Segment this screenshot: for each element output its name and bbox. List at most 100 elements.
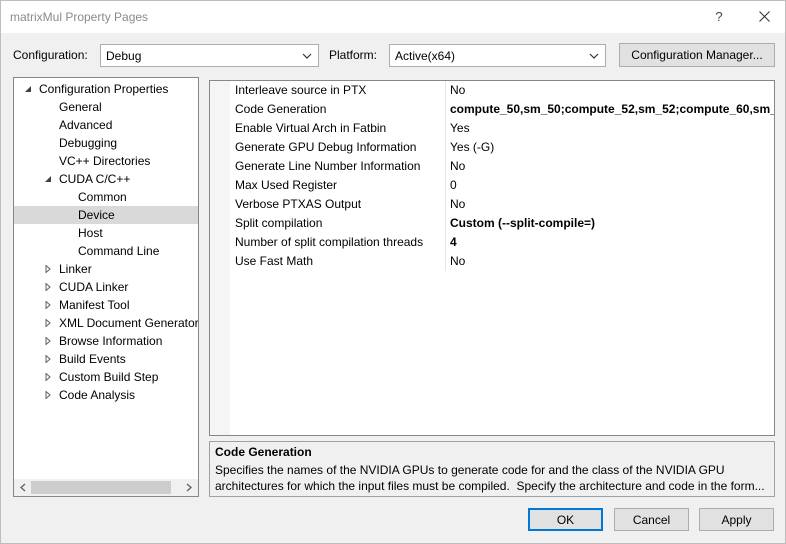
property-row[interactable]: Verbose PTXAS Output No	[230, 195, 774, 214]
property-row[interactable]: Enable Virtual Arch in Fatbin Yes	[230, 119, 774, 138]
configuration-manager-button[interactable]: Configuration Manager...	[619, 43, 775, 67]
tree-item[interactable]: Debugging	[14, 134, 198, 152]
collapsed-triangle-icon[interactable]	[44, 337, 52, 345]
description-panel: Code Generation Specifies the names of t…	[209, 441, 775, 497]
tree-item-label: Advanced	[59, 118, 113, 132]
property-tree[interactable]: Configuration Properties General Advanced D…	[13, 77, 199, 497]
column-divider	[445, 100, 446, 119]
property-row[interactable]: Split compilation Custom (--split-compile…	[230, 214, 774, 233]
apply-button[interactable]: Apply	[699, 508, 774, 531]
property-name: Interleave source in PTX	[235, 83, 367, 97]
property-row[interactable]: Use Fast Math No	[230, 252, 774, 271]
description-text: Specifies the names of the NVIDIA GPUs t…	[215, 463, 765, 493]
tree-item[interactable]: Custom Build Step	[14, 368, 198, 386]
collapsed-triangle-icon[interactable]	[44, 373, 52, 381]
property-name: Code Generation	[235, 102, 327, 116]
tree-item[interactable]: Host	[14, 224, 198, 242]
property-value[interactable]: Yes (-G)	[450, 138, 774, 157]
property-value[interactable]: No	[450, 81, 774, 100]
window-title: matrixMul Property Pages	[10, 10, 149, 24]
column-divider	[445, 195, 446, 214]
platform-label: Platform:	[329, 48, 378, 62]
description-title: Code Generation	[215, 445, 312, 459]
property-value[interactable]: Custom (--split-compile=)	[450, 214, 774, 233]
tree-item[interactable]: Code Analysis	[14, 386, 198, 404]
tree-item[interactable]: XML Document Generator	[14, 314, 198, 332]
property-value[interactable]: Yes	[450, 119, 774, 138]
column-divider	[445, 214, 446, 233]
property-row[interactable]: Generate GPU Debug Information Yes (-G)	[230, 138, 774, 157]
tree-item[interactable]: Device	[14, 206, 198, 224]
tree-item-label: Command Line	[78, 244, 160, 258]
tree-item-label: Common	[78, 190, 127, 204]
tree-item[interactable]: VC++ Directories	[14, 152, 198, 170]
property-name: Generate GPU Debug Information	[235, 140, 417, 154]
close-button[interactable]	[746, 1, 782, 31]
property-value[interactable]: No	[450, 252, 774, 271]
scroll-right-icon[interactable]	[185, 483, 193, 492]
tree-item[interactable]: CUDA Linker	[14, 278, 198, 296]
property-value[interactable]: No	[450, 195, 774, 214]
tree-item[interactable]: Common	[14, 188, 198, 206]
tree-item-label: CUDA Linker	[59, 280, 129, 294]
collapsed-triangle-icon[interactable]	[44, 319, 52, 327]
property-row[interactable]: Number of split compilation threads 4	[230, 233, 774, 252]
expanded-triangle-icon[interactable]	[24, 85, 32, 93]
collapsed-triangle-icon[interactable]	[44, 355, 52, 363]
collapsed-triangle-icon[interactable]	[44, 265, 52, 273]
column-divider	[445, 119, 446, 138]
collapsed-triangle-icon[interactable]	[44, 391, 52, 399]
tree-item-label: General	[59, 100, 102, 114]
tree-item[interactable]: General	[14, 98, 198, 116]
ok-button[interactable]: OK	[528, 508, 603, 531]
tree-item[interactable]: Linker	[14, 260, 198, 278]
tree-item-label: Host	[78, 226, 103, 240]
cancel-button[interactable]: Cancel	[614, 508, 689, 531]
property-name: Max Used Register	[235, 178, 338, 192]
scroll-left-icon[interactable]	[19, 483, 27, 492]
tree-item-label: Device	[78, 208, 115, 222]
configuration-dropdown[interactable]: Debug	[100, 44, 319, 67]
tree-item-label: VC++ Directories	[59, 154, 151, 168]
tree-item[interactable]: Browse Information	[14, 332, 198, 350]
property-row[interactable]: Generate Line Number Information No	[230, 157, 774, 176]
scrollbar-thumb[interactable]	[31, 481, 171, 494]
tree-item[interactable]: Configuration Properties	[14, 80, 198, 98]
tree-item-label: Debugging	[59, 136, 118, 150]
expanded-triangle-icon[interactable]	[44, 175, 52, 183]
tree-item-label: Build Events	[59, 352, 126, 366]
tree-item[interactable]: CUDA C/C++	[14, 170, 198, 188]
tree-item[interactable]: Build Events	[14, 350, 198, 368]
tree-item-label: CUDA C/C++	[59, 172, 131, 186]
collapsed-triangle-icon[interactable]	[44, 301, 52, 309]
collapsed-triangle-icon[interactable]	[44, 283, 52, 291]
tree-item[interactable]: Advanced	[14, 116, 198, 134]
tree-item-label: Configuration Properties	[39, 82, 169, 96]
tree-item[interactable]: Command Line	[14, 242, 198, 260]
close-icon	[758, 10, 770, 22]
help-button[interactable]: ?	[701, 1, 737, 31]
property-row[interactable]: Code Generation compute_50,sm_50;compute_…	[230, 100, 774, 119]
property-value[interactable]: compute_50,sm_50;compute_52,sm_52;comput…	[450, 100, 774, 119]
property-value[interactable]: 4	[450, 233, 774, 252]
tree-horizontal-scrollbar[interactable]	[14, 479, 198, 496]
property-value[interactable]: No	[450, 157, 774, 176]
platform-value: Active(x64)	[395, 49, 456, 63]
tree-item-label: Manifest Tool	[59, 298, 130, 312]
property-grid[interactable]: Interleave source in PTX No Code Generatio…	[209, 80, 775, 436]
platform-dropdown[interactable]: Active(x64)	[389, 44, 606, 67]
property-value[interactable]: 0	[450, 176, 774, 195]
chevron-down-icon	[302, 53, 312, 59]
tree-item[interactable]: Manifest Tool	[14, 296, 198, 314]
property-row[interactable]: Interleave source in PTX No	[230, 81, 774, 100]
property-name: Split compilation	[235, 216, 323, 230]
property-row[interactable]: Max Used Register 0	[230, 176, 774, 195]
property-name: Generate Line Number Information	[235, 159, 421, 173]
property-name: Enable Virtual Arch in Fatbin	[235, 121, 387, 135]
tree-item-label: Custom Build Step	[59, 370, 159, 384]
column-divider	[445, 81, 446, 100]
tree-item-label: Code Analysis	[59, 388, 136, 402]
configuration-label: Configuration:	[13, 48, 88, 62]
tree-item-label: Browse Information	[59, 334, 163, 348]
title-bar[interactable]: matrixMul Property Pages ?	[1, 1, 785, 33]
